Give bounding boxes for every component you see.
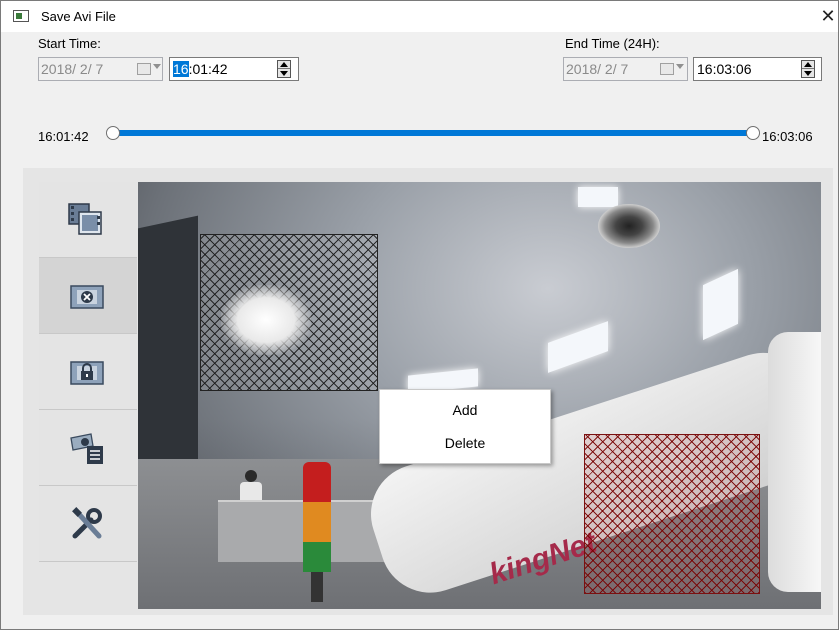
start-time-field[interactable]: 16:01:42 [169,57,299,81]
end-time-field[interactable]: 16:03:06 [693,57,822,81]
menu-item-add[interactable]: Add [380,396,550,424]
tool-sidebar [39,182,137,568]
slider-start-label: 16:01:42 [38,129,89,144]
ceiling-light [548,321,608,373]
slider-start-thumb[interactable] [106,126,120,140]
privacy-mask-red[interactable] [584,434,760,594]
spin-down-icon[interactable] [280,71,288,76]
start-date-picker[interactable]: 2018/ 2/ 7 [38,57,163,81]
spin-up-icon[interactable] [280,62,288,67]
start-time-rest: :01:42 [188,61,228,77]
tools-icon [72,507,102,539]
start-time-label: Start Time: [38,36,101,51]
end-time-spinner[interactable] [801,60,815,78]
signal-tower [303,462,331,602]
privacy-mask-dark[interactable] [200,234,378,391]
sidebar-button-remove-mask[interactable] [39,258,137,334]
menu-item-delete[interactable]: Delete [380,429,550,457]
start-time-spinner[interactable] [277,60,291,78]
end-date-value: 2018/ 2/ 7 [566,61,629,77]
slider-end-label: 16:03:06 [762,129,813,144]
end-date-picker[interactable]: 2018/ 2/ 7 [563,57,688,81]
slider-end-thumb[interactable] [746,126,760,140]
lock-mask-icon [70,361,104,385]
spin-up-icon[interactable] [804,62,812,67]
calendar-icon [660,63,674,75]
title-bar: Save Avi File ✕ [1,1,838,32]
context-menu: Add Delete [379,389,551,464]
app-icon [13,10,29,22]
time-range-track[interactable] [117,130,752,136]
ceiling-light [703,268,738,341]
start-date-value: 2018/ 2/ 7 [41,61,104,77]
chevron-down-icon [676,64,684,69]
window-title: Save Avi File [41,9,116,24]
sidebar-button-lock-mask[interactable] [39,334,137,410]
spin-down-icon[interactable] [804,71,812,76]
end-time-value: 16:03:06 [697,61,752,77]
person-figure [240,470,262,500]
calendar-icon [137,63,151,75]
remove-mask-icon [70,285,104,309]
close-icon[interactable]: ✕ [818,4,838,28]
sidebar-button-camera-settings[interactable] [39,410,137,486]
start-time-hour[interactable]: 16 [173,61,189,77]
sidebar-button-tools[interactable] [39,486,137,562]
time-controls: Start Time: 2018/ 2/ 7 16:01:42 End Time… [1,32,838,157]
film-frames-icon [68,203,102,235]
robot-body [768,332,821,592]
end-time-label: End Time (24H): [565,36,660,51]
save-avi-window: Save Avi File ✕ Start Time: 2018/ 2/ 7 1… [0,0,839,630]
ceiling-light [578,187,618,207]
ceiling-vent [598,204,660,248]
sidebar-button-frames[interactable] [39,182,137,258]
chevron-down-icon [153,64,161,69]
camera-settings-icon [70,433,103,464]
